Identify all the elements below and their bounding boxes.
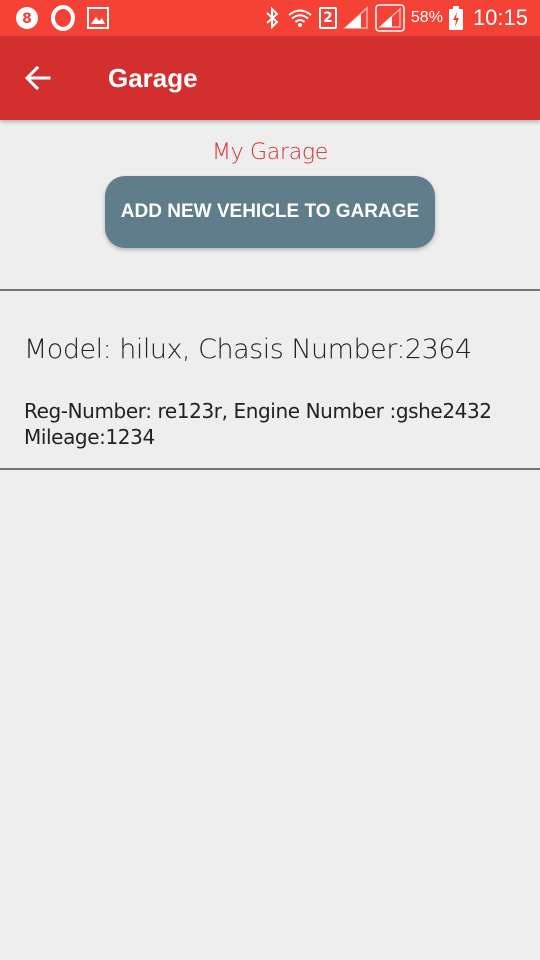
sim-2-icon: 2 — [318, 7, 337, 29]
vehicle-details: Reg-Number: re123r, Engine Number :gshe2… — [24, 398, 492, 450]
status-bar: 8 2 58% 10:15 — [0, 0, 540, 36]
signal-icon — [375, 4, 405, 32]
back-button[interactable] — [18, 58, 58, 98]
wifi-icon — [287, 6, 313, 30]
battery-percent: 58% — [410, 9, 443, 26]
vehicle-title: Model: hilux, Chasis Number:2364 — [24, 334, 472, 365]
app-bar: Garage — [0, 36, 540, 120]
status-bar-system: 2 58% 10:15 — [263, 4, 528, 32]
gallery-icon — [86, 6, 110, 30]
notification-app-icon: 8 — [14, 5, 40, 31]
divider — [0, 468, 540, 470]
divider — [0, 289, 540, 291]
arrow-back-icon — [24, 65, 51, 91]
section-title: My Garage — [211, 140, 329, 165]
status-bar-notifications: 8 — [14, 5, 110, 31]
page-title: Garage — [108, 63, 198, 93]
bluetooth-icon — [263, 6, 281, 30]
opera-icon — [50, 5, 76, 31]
vehicle-registration-engine: Reg-Number: re123r, Engine Number :gshe2… — [24, 399, 492, 423]
vehicle-list-item[interactable]: Model: hilux, Chasis Number:2364 Reg-Num… — [0, 292, 540, 468]
svg-text:8: 8 — [22, 11, 32, 27]
signal-icon — [342, 6, 369, 30]
vehicle-mileage: Mileage:1234 — [24, 425, 155, 449]
clock: 10:15 — [472, 5, 528, 30]
battery-charging-icon — [448, 6, 463, 30]
add-vehicle-button[interactable]: ADD NEW VEHICLE TO GARAGE — [105, 176, 435, 248]
